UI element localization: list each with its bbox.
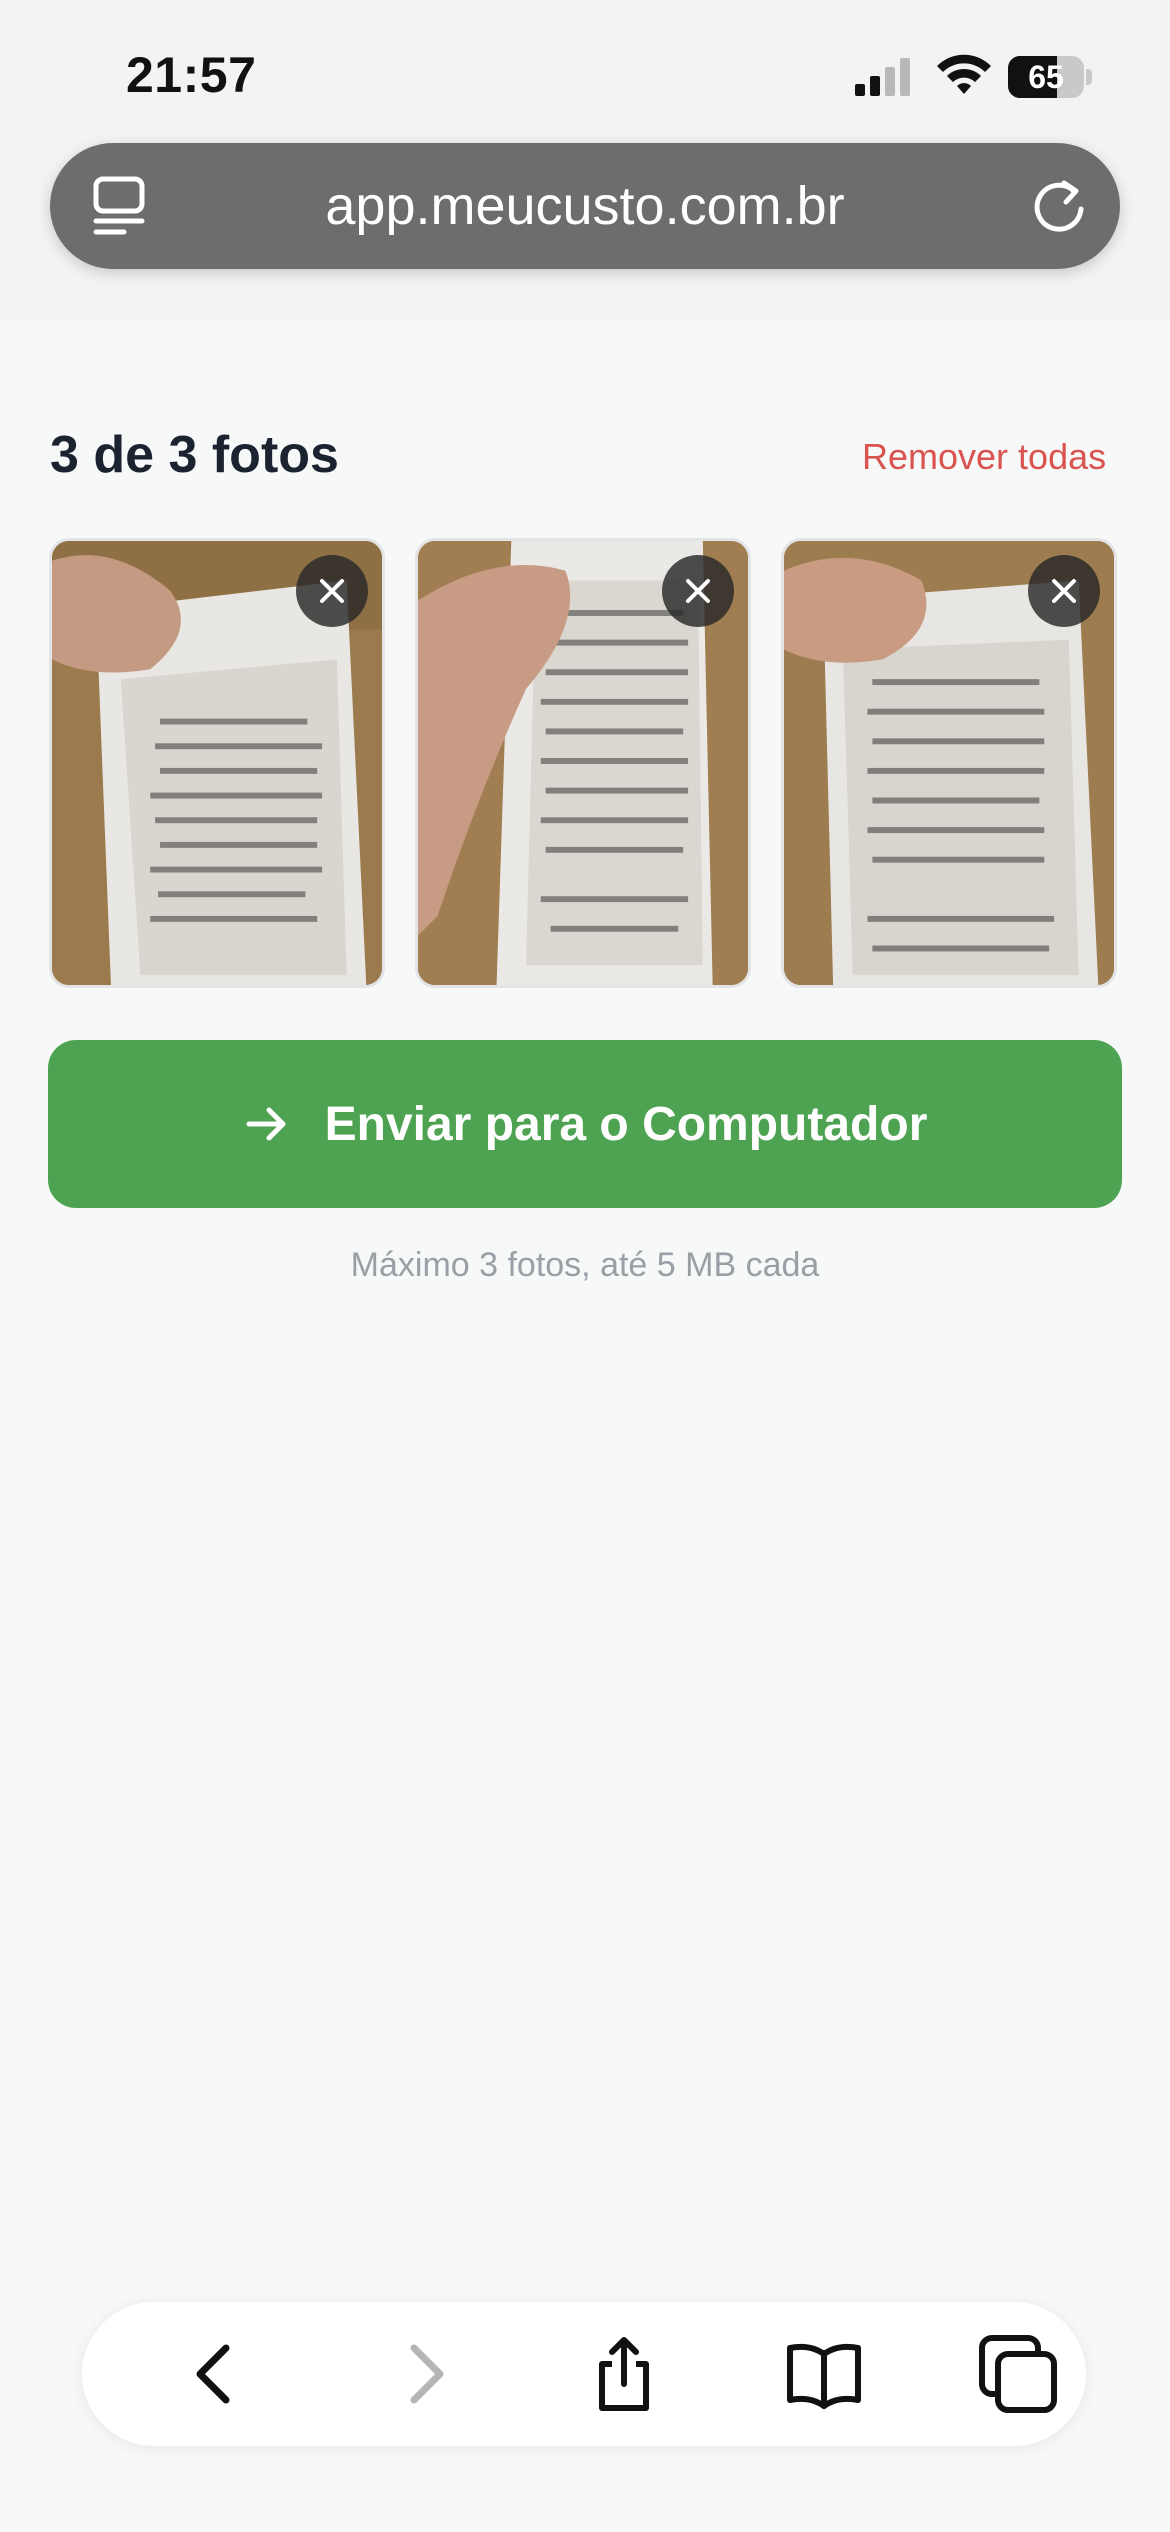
share-button[interactable] xyxy=(582,2332,666,2416)
address-bar[interactable]: app.meucusto.com.br xyxy=(50,143,1120,269)
remove-photo-button[interactable] xyxy=(1028,555,1100,627)
status-bar: 21:57 65 xyxy=(0,0,1170,140)
close-icon xyxy=(1052,579,1076,603)
back-icon xyxy=(196,2344,230,2404)
photo-thumbnail[interactable] xyxy=(781,538,1117,988)
photo-thumbnail[interactable] xyxy=(415,538,751,988)
cellular-signal-icon xyxy=(855,58,910,96)
url-text[interactable]: app.meucusto.com.br xyxy=(50,143,1120,269)
bookmarks-icon xyxy=(787,2343,861,2409)
send-to-computer-button[interactable]: Enviar para o Computador xyxy=(48,1040,1122,1208)
bookmarks-button[interactable] xyxy=(782,2332,866,2416)
forward-icon xyxy=(410,2344,444,2404)
reload-icon[interactable] xyxy=(1030,177,1088,235)
browser-toolbar xyxy=(82,2302,1086,2446)
photo-thumbnail[interactable] xyxy=(49,538,385,988)
remove-all-link[interactable]: Remover todas xyxy=(862,436,1106,478)
battery-icon: 65 xyxy=(1008,56,1092,98)
close-icon xyxy=(686,579,710,603)
upload-limit-hint: Máximo 3 fotos, até 5 MB cada xyxy=(350,1246,820,1284)
status-time: 21:57 xyxy=(126,47,257,103)
photo-count-title: 3 de 3 fotos xyxy=(50,426,339,484)
forward-button[interactable] xyxy=(382,2332,466,2416)
tabs-icon xyxy=(979,2335,1057,2413)
arrow-right-icon xyxy=(246,1107,286,1141)
share-icon xyxy=(599,2337,649,2411)
remove-photo-button[interactable] xyxy=(662,555,734,627)
remove-photo-button[interactable] xyxy=(296,555,368,627)
tabs-button[interactable] xyxy=(976,2332,1060,2416)
wifi-icon xyxy=(937,54,991,94)
send-button-label: Enviar para o Computador xyxy=(324,1097,928,1151)
close-icon xyxy=(320,579,344,603)
battery-level: 65 xyxy=(1028,59,1064,95)
back-button[interactable] xyxy=(174,2332,258,2416)
